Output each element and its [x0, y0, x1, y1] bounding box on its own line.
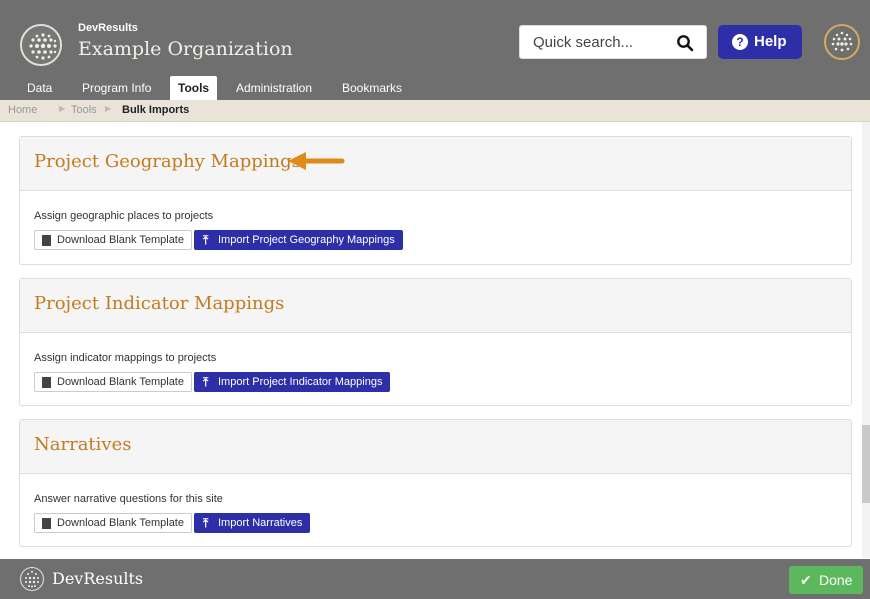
section-description: Assign geographic places to projects [34, 210, 214, 222]
breadcrumb-separator-icon: ▶ [59, 104, 66, 113]
section-title: Project Indicator Mappings [34, 293, 285, 314]
import-narratives-button[interactable]: ⤒ Import Narratives [194, 513, 311, 533]
section-narratives: Narratives Answer narrative questions fo… [19, 419, 852, 547]
quick-search-input[interactable]: Quick search... [519, 25, 707, 59]
org-logo[interactable] [20, 24, 62, 66]
breadcrumb-separator-icon: ▶ [105, 104, 112, 113]
section-header: Project Indicator Mappings [20, 279, 851, 333]
section-project-indicator: Project Indicator Mappings Assign indica… [19, 278, 852, 406]
search-placeholder: Quick search... [533, 34, 634, 51]
breadcrumb: Home ▶ Tools ▶ Bulk Imports [0, 100, 870, 122]
breadcrumb-home[interactable]: Home [8, 104, 37, 116]
upload-icon: ⤒ [203, 375, 209, 389]
nav-administration[interactable]: Administration [236, 76, 312, 100]
document-icon [42, 518, 51, 529]
download-label: Download Blank Template [57, 234, 184, 246]
nav-tools[interactable]: Tools [170, 76, 218, 100]
download-label: Download Blank Template [57, 376, 184, 388]
download-template-button[interactable]: Download Blank Template [34, 230, 192, 250]
done-button[interactable]: ✔ Done [789, 566, 863, 594]
organization-name[interactable]: Example Organization [78, 38, 293, 60]
main-nav: Data Program Info Tools Administration B… [0, 76, 870, 100]
breadcrumb-tools[interactable]: Tools [71, 104, 97, 116]
checkmark-icon: ✔ [800, 572, 812, 588]
section-header: Project Geography Mappings [20, 137, 851, 191]
import-label: Import Project Indicator Mappings [218, 376, 383, 388]
breadcrumb-current: Bulk Imports [122, 104, 190, 116]
section-title: Project Geography Mappings [34, 151, 301, 172]
product-name: DevResults [78, 22, 138, 34]
nav-data[interactable]: Data [27, 76, 52, 100]
section-description: Answer narrative questions for this site [34, 493, 223, 505]
download-label: Download Blank Template [57, 517, 184, 529]
upload-icon: ⤒ [203, 516, 209, 530]
help-label: Help [754, 33, 787, 50]
download-template-button[interactable]: Download Blank Template [34, 372, 192, 392]
upload-icon: ⤒ [203, 233, 209, 247]
section-project-geography: Project Geography Mappings Assign geogra… [19, 136, 852, 265]
app-footer: DevResults ✔ Done [0, 559, 870, 599]
section-description: Assign indicator mappings to projects [34, 352, 217, 364]
arrow-pointer-icon [288, 152, 345, 170]
nav-bookmarks[interactable]: Bookmarks [342, 76, 402, 100]
document-icon [42, 235, 51, 246]
import-indicator-button[interactable]: ⤒ Import Project Indicator Mappings [194, 372, 391, 392]
document-icon [42, 377, 51, 388]
section-title: Narratives [34, 434, 132, 455]
footer-logo [20, 567, 44, 591]
footer-brand: DevResults [52, 569, 144, 588]
nav-program-info[interactable]: Program Info [82, 76, 151, 100]
app-header: DevResults Example Organization Quick se… [0, 0, 870, 100]
done-label: Done [819, 572, 853, 588]
question-circle-icon: ? [732, 34, 748, 50]
section-header: Narratives [20, 420, 851, 474]
import-label: Import Project Geography Mappings [218, 234, 395, 246]
import-label: Import Narratives [218, 517, 303, 529]
scrollbar-thumb[interactable] [862, 425, 870, 503]
import-geography-button[interactable]: ⤒ Import Project Geography Mappings [194, 230, 403, 250]
search-icon[interactable] [676, 34, 694, 52]
user-avatar[interactable] [824, 24, 860, 60]
download-template-button[interactable]: Download Blank Template [34, 513, 192, 533]
help-button[interactable]: ? Help [718, 25, 802, 59]
